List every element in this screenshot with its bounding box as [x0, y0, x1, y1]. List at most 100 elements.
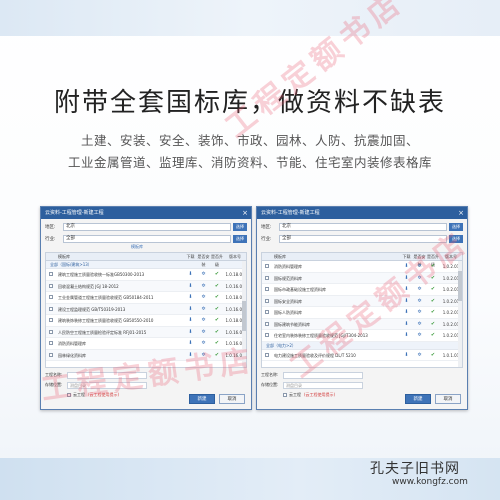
table-row[interactable]: 建设工程监理规范 GB/T50319-2013 ⬇ ✲ ✔ 1.0.16.01 — [46, 303, 246, 315]
row-select[interactable] — [46, 304, 56, 315]
download-icon[interactable]: ⬇ — [184, 350, 197, 361]
gear-icon[interactable]: ✲ — [413, 350, 426, 361]
row-checkbox[interactable] — [265, 298, 269, 303]
gear-icon[interactable]: ✲ — [197, 304, 210, 315]
row-checkbox[interactable] — [49, 318, 53, 323]
row-select[interactable] — [262, 319, 272, 330]
cloud-project-note[interactable]: (云工程使用提示) — [88, 392, 119, 398]
table-row[interactable]: 消防资料管理库 ⬇ ✲ ✔ 1.0.2.01 — [262, 261, 462, 273]
row-select[interactable] — [262, 350, 272, 361]
gear-icon[interactable]: ✲ — [197, 269, 210, 280]
row-checkbox[interactable] — [49, 283, 53, 288]
table-row[interactable]: 建筑工程施工质量验收统一标准GB50300-2013 ⬇ ✲ ✔ 1.0.18.01 — [46, 269, 246, 281]
table-row[interactable]: 回收混凝土结构规范 JGJ 18-2012 ⬇ ✲ ✔ 1.0.16.01 — [46, 280, 246, 292]
table-row[interactable]: 国标安全资料库 ⬇ ✲ ✔ 1.0.2.01 — [262, 295, 462, 307]
project-name-input[interactable] — [67, 371, 147, 379]
scroll-thumb[interactable] — [242, 301, 246, 331]
industry-field[interactable]: 全部 — [279, 234, 447, 243]
gear-icon[interactable]: ✲ — [197, 292, 210, 303]
table-scrollbar[interactable] — [242, 261, 246, 367]
row-select[interactable] — [46, 315, 56, 326]
table-row[interactable]: 住宅室内装饰装修工程质量验收规范 JGJ/T304-2013 ⬇ ✲ ✔ 1.0.2.0… — [262, 330, 462, 342]
row-checkbox[interactable] — [49, 329, 53, 334]
cloud-project-checkbox[interactable] — [67, 393, 71, 397]
row-select[interactable] — [46, 269, 56, 280]
scroll-thumb[interactable] — [458, 271, 462, 301]
create-button[interactable]: 新建 — [189, 394, 215, 404]
region-select-button[interactable]: 选择 — [233, 222, 247, 231]
gear-icon[interactable]: ✲ — [413, 261, 426, 272]
close-icon[interactable]: × — [458, 207, 464, 219]
download-icon[interactable]: ⬇ — [400, 261, 413, 272]
table-row[interactable]: 人民防空工程施工质量检验评定标准 RFJ01-2015 ⬇ ✲ ✔ 1.0.16.01 — [46, 326, 246, 338]
row-checkbox[interactable] — [265, 275, 269, 280]
table-group-header[interactable]: 全部（电力>2） — [262, 341, 462, 350]
row-select[interactable] — [46, 281, 56, 292]
storage-input[interactable]: 测盘目录 — [67, 381, 147, 389]
row-checkbox[interactable] — [49, 306, 53, 311]
row-checkbox[interactable] — [265, 352, 269, 357]
row-checkbox[interactable] — [265, 264, 269, 269]
gear-icon[interactable]: ✲ — [413, 307, 426, 318]
region-field[interactable]: 北京 — [279, 222, 447, 231]
row-checkbox[interactable] — [265, 333, 269, 338]
storage-input[interactable]: 测盘目录 — [283, 381, 363, 389]
table-row[interactable]: 建筑装饰装修工程施工质量验收规范 GB50550-2010 ⬇ ✲ ✔ 1.0.18.0… — [46, 315, 246, 327]
row-select[interactable] — [46, 338, 56, 349]
cloud-project-note[interactable]: (云工程使用提示) — [304, 392, 335, 398]
create-button[interactable]: 新建 — [405, 394, 431, 404]
row-select[interactable] — [262, 273, 272, 284]
gear-icon[interactable]: ✲ — [197, 350, 210, 361]
row-checkbox[interactable] — [49, 352, 53, 357]
row-checkbox[interactable] — [265, 310, 269, 315]
row-checkbox[interactable] — [265, 287, 269, 292]
download-icon[interactable]: ⬇ — [400, 307, 413, 318]
download-icon[interactable]: ⬇ — [184, 304, 197, 315]
close-icon[interactable]: × — [242, 207, 248, 219]
table-scrollbar[interactable] — [458, 261, 462, 367]
download-icon[interactable]: ⬇ — [400, 273, 413, 284]
download-icon[interactable]: ⬇ — [184, 338, 197, 349]
row-select[interactable] — [46, 327, 56, 338]
row-select[interactable] — [46, 350, 56, 361]
industry-field[interactable]: 全部 — [63, 234, 231, 243]
gear-icon[interactable]: ✲ — [413, 273, 426, 284]
table-row[interactable]: 消防资料管理库 ⬇ ✲ ✔ 1.0.16.01 — [46, 338, 246, 350]
industry-select-button[interactable]: 选择 — [233, 234, 247, 243]
gear-icon[interactable]: ✲ — [197, 281, 210, 292]
row-select[interactable] — [262, 296, 272, 307]
region-select-button[interactable]: 选择 — [449, 222, 463, 231]
gear-icon[interactable]: ✲ — [413, 296, 426, 307]
gear-icon[interactable]: ✲ — [413, 319, 426, 330]
table-row[interactable]: 国标建筑节能资料库 ⬇ ✲ ✔ 1.0.2.01 — [262, 318, 462, 330]
cancel-button[interactable]: 取消 — [435, 394, 461, 404]
gear-icon[interactable]: ✲ — [197, 338, 210, 349]
row-select[interactable] — [262, 261, 272, 272]
download-icon[interactable]: ⬇ — [184, 281, 197, 292]
download-icon[interactable]: ⬇ — [400, 284, 413, 295]
download-icon[interactable]: ⬇ — [184, 292, 197, 303]
row-select[interactable] — [262, 330, 272, 341]
download-icon[interactable]: ⬇ — [400, 319, 413, 330]
download-icon[interactable]: ⬇ — [400, 350, 413, 361]
project-name-input[interactable] — [283, 371, 363, 379]
gear-icon[interactable]: ✲ — [197, 327, 210, 338]
gear-icon[interactable]: ✲ — [413, 330, 426, 341]
row-checkbox[interactable] — [49, 272, 53, 277]
industry-select-button[interactable]: 选择 — [449, 234, 463, 243]
gear-icon[interactable]: ✲ — [197, 315, 210, 326]
row-checkbox[interactable] — [49, 295, 53, 300]
table-row[interactable]: 工业金属管道工程施工质量验收规范 GB50184-2011 ⬇ ✲ ✔ 1.0.18.0… — [46, 292, 246, 304]
row-select[interactable] — [46, 292, 56, 303]
row-checkbox[interactable] — [265, 321, 269, 326]
download-icon[interactable]: ⬇ — [400, 330, 413, 341]
table-row[interactable]: 园林绿化资料库 ⬇ ✲ ✔ 1.0.16.01 — [46, 349, 246, 361]
download-icon[interactable]: ⬇ — [184, 269, 197, 280]
row-checkbox[interactable] — [49, 341, 53, 346]
row-select[interactable] — [262, 284, 272, 295]
table-row[interactable]: 国标市政基础设施工程资料库 ⬇ ✲ ✔ 1.0.2.01 — [262, 284, 462, 296]
download-icon[interactable]: ⬇ — [184, 327, 197, 338]
region-field[interactable]: 北京 — [63, 222, 231, 231]
download-icon[interactable]: ⬇ — [184, 315, 197, 326]
cloud-project-checkbox[interactable] — [283, 393, 287, 397]
